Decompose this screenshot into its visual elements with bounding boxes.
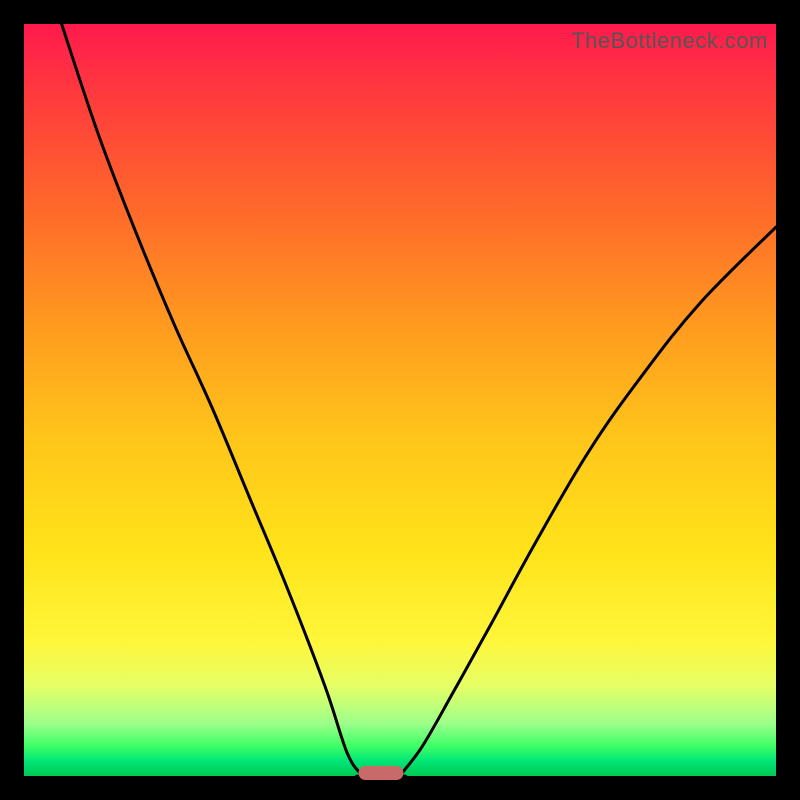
- chart-frame: TheBottleneck.com: [0, 0, 800, 800]
- bottleneck-curve: [24, 24, 776, 776]
- optimal-marker: [359, 766, 404, 780]
- chart-plot-area: TheBottleneck.com: [24, 24, 776, 776]
- curve-path: [62, 24, 776, 778]
